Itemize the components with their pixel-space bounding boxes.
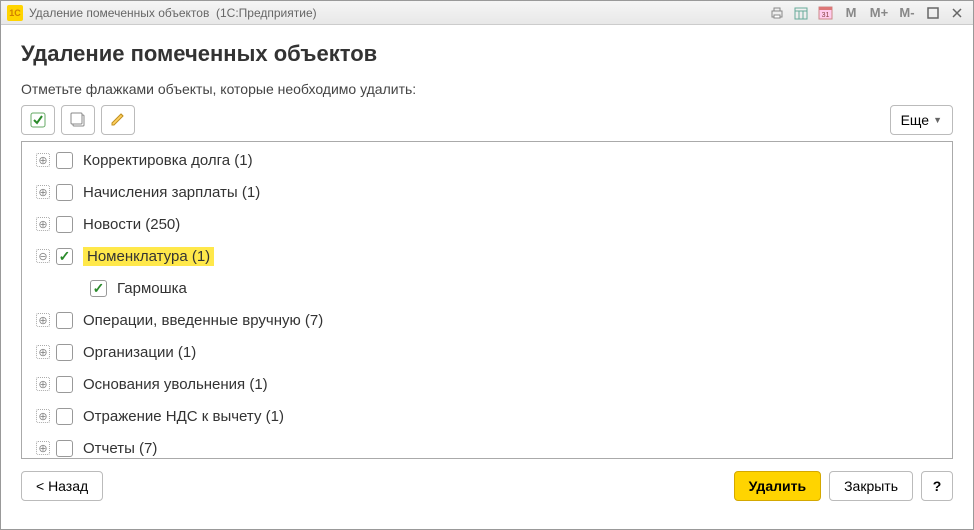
more-button[interactable]: Еще ▼ (890, 105, 953, 135)
tree-checkbox[interactable] (56, 440, 73, 457)
expand-icon[interactable]: ⊕ (36, 377, 50, 391)
edit-button[interactable] (101, 105, 135, 135)
chevron-down-icon: ▼ (933, 115, 942, 125)
titlebar-tools: 31 M M+ M- (767, 4, 967, 22)
print-icon[interactable] (767, 4, 787, 22)
tree-checkbox[interactable] (56, 376, 73, 393)
expand-icon[interactable]: ⊕ (36, 185, 50, 199)
tree-row-label: Корректировка долга (1) (83, 152, 253, 169)
tree-row[interactable]: ⊕ Организации (1) (22, 336, 952, 368)
app-icon: 1C (7, 5, 23, 21)
tree-row[interactable]: ⊕ Операции, введенные вручную (7) (22, 304, 952, 336)
instruction-text: Отметьте флажками объекты, которые необх… (21, 81, 953, 97)
close-icon[interactable] (947, 4, 967, 22)
tree-row-label: Гармошка (117, 280, 187, 297)
calendar-icon[interactable] (791, 4, 811, 22)
tree-checkbox[interactable] (56, 184, 73, 201)
tree-checkbox[interactable] (56, 344, 73, 361)
window-title: Удаление помеченных объектов (1С:Предпри… (29, 6, 767, 20)
tree-row[interactable]: ⊕ Отчеты (7) (22, 432, 952, 459)
delete-button[interactable]: Удалить (734, 471, 821, 501)
more-button-label: Еще (901, 112, 930, 128)
tree-checkbox[interactable] (56, 152, 73, 169)
tree-row-label: Новости (250) (83, 216, 180, 233)
tree-checkbox[interactable] (56, 408, 73, 425)
footer: < Назад Удалить Закрыть ? (21, 471, 953, 501)
expand-icon[interactable]: ⊕ (36, 217, 50, 231)
tree-row[interactable]: ⊕ Основания увольнения (1) (22, 368, 952, 400)
help-button[interactable]: ? (921, 471, 953, 501)
tree-row-label: Отражение НДС к вычету (1) (83, 408, 284, 425)
expand-icon[interactable]: ⊕ (36, 345, 50, 359)
tree-checkbox[interactable] (56, 248, 73, 265)
close-button[interactable]: Закрыть (829, 471, 913, 501)
expand-icon[interactable]: ⊕ (36, 313, 50, 327)
object-tree[interactable]: ⊕ Корректировка долга (1) ⊕ Начисления зарп… (21, 141, 953, 459)
memory-mplus-button[interactable]: M+ (867, 4, 891, 22)
tree-row[interactable]: ⊕ Начисления зарплаты (1) (22, 176, 952, 208)
page-title: Удаление помеченных объектов (21, 41, 953, 67)
tree-row-label: Организации (1) (83, 344, 196, 361)
tree-row-label: Номенклатура (1) (83, 247, 214, 266)
tree-row[interactable]: Гармошка (22, 272, 952, 304)
svg-text:31: 31 (821, 12, 829, 19)
tree-checkbox[interactable] (56, 312, 73, 329)
maximize-icon[interactable] (923, 4, 943, 22)
calendar-date-icon[interactable]: 31 (815, 4, 835, 22)
tree-row[interactable]: ⊕ Отражение НДС к вычету (1) (22, 400, 952, 432)
collapse-icon[interactable]: ⊖ (36, 249, 50, 263)
tree-row-label: Основания увольнения (1) (83, 376, 268, 393)
tree-row[interactable]: ⊕ Новости (250) (22, 208, 952, 240)
back-button[interactable]: < Назад (21, 471, 103, 501)
expand-icon[interactable]: ⊕ (36, 441, 50, 455)
uncheck-all-button[interactable] (61, 105, 95, 135)
expand-icon[interactable]: ⊕ (36, 153, 50, 167)
memory-m-button[interactable]: M (839, 4, 863, 22)
tree-row[interactable]: ⊖ Номенклатура (1) (22, 240, 952, 272)
tree-row-label: Операции, введенные вручную (7) (83, 312, 323, 329)
memory-mminus-button[interactable]: M- (895, 4, 919, 22)
check-all-button[interactable] (21, 105, 55, 135)
tree-row[interactable]: ⊕ Корректировка долга (1) (22, 144, 952, 176)
titlebar: 1C Удаление помеченных объектов (1С:Пред… (1, 1, 973, 25)
tree-checkbox[interactable] (90, 280, 107, 297)
tree-checkbox[interactable] (56, 216, 73, 233)
tree-row-label: Отчеты (7) (83, 440, 157, 457)
expand-icon[interactable]: ⊕ (36, 409, 50, 423)
tree-row-label: Начисления зарплаты (1) (83, 184, 260, 201)
toolbar: Еще ▼ (21, 105, 953, 135)
